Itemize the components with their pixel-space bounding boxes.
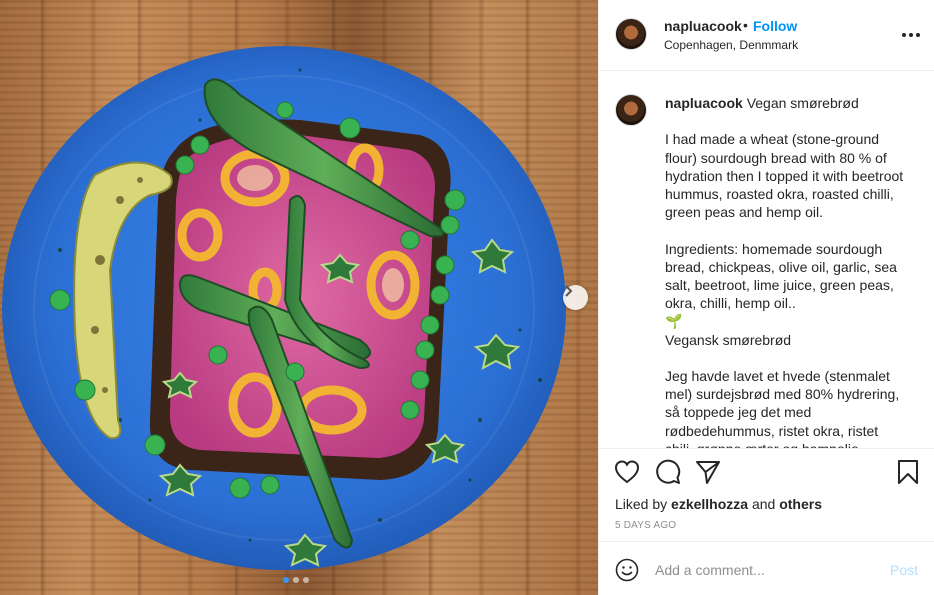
follow-separator: • — [743, 17, 748, 33]
carousel-next-button[interactable] — [563, 285, 588, 310]
carousel-dot — [283, 577, 289, 583]
location-link[interactable]: Copenhagen, Denmmark — [664, 38, 798, 52]
post-timestamp[interactable]: 5 DAYS AGO — [615, 520, 676, 531]
avatar[interactable] — [615, 18, 647, 50]
carousel-dot — [303, 577, 309, 583]
share-icon[interactable] — [695, 459, 721, 485]
carousel-dot — [293, 577, 299, 583]
food-illustration — [2, 46, 566, 570]
caption-username[interactable]: napluacook — [665, 95, 743, 111]
liked-by-user[interactable]: ezkellhozza — [671, 496, 748, 512]
likes-joiner: and — [751, 496, 776, 512]
likes-others-link[interactable]: others — [779, 496, 822, 512]
comment-input[interactable] — [655, 560, 875, 580]
caption-body: Vegan smørebrød I had made a wheat (ston… — [665, 95, 904, 448]
comment-bar: Post — [599, 541, 934, 595]
post-header: napluacook • Follow Copenhagen, Denmmark — [599, 0, 934, 71]
more-options-icon[interactable] — [899, 26, 923, 44]
carousel-indicator — [283, 577, 309, 583]
caption-section[interactable]: napluacook Vegan smørebrød I had made a … — [599, 72, 934, 448]
comment-icon[interactable] — [655, 459, 681, 485]
username[interactable]: napluacook — [664, 18, 742, 34]
heart-icon[interactable] — [614, 459, 640, 485]
post-detail-panel: napluacook • Follow Copenhagen, Denmmark… — [598, 0, 934, 595]
likes-prefix: Liked by — [615, 496, 668, 512]
caption-avatar[interactable] — [615, 94, 647, 126]
chevron-right-icon — [565, 285, 573, 297]
post-comment-button[interactable]: Post — [890, 562, 918, 578]
likes-summary: Liked by ezkellhozza and others — [615, 496, 822, 512]
bookmark-icon[interactable] — [895, 459, 921, 485]
action-bar: Liked by ezkellhozza and others 5 DAYS A… — [599, 448, 934, 541]
emoji-icon[interactable] — [615, 558, 639, 582]
follow-button[interactable]: Follow — [753, 18, 797, 34]
post-photo[interactable] — [0, 0, 598, 595]
caption: napluacook Vegan smørebrød I had made a … — [665, 94, 905, 448]
